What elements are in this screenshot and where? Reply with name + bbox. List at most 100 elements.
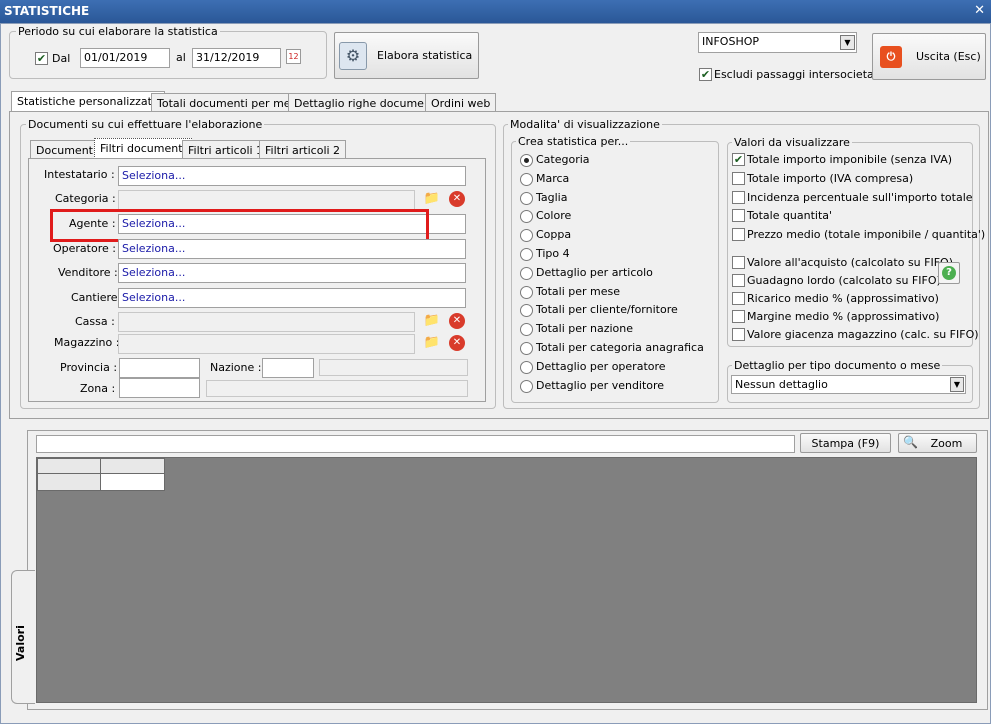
valori-checkbox[interactable] [732, 256, 745, 269]
zoom-button[interactable]: 🔍 Zoom [898, 433, 977, 453]
cantiere-label: Cantiere [71, 291, 118, 304]
window-title: STATISTICHE [4, 4, 90, 18]
valori-label: Valore giacenza magazzino (calc. su FIFO… [747, 328, 979, 341]
radio-5[interactable] [520, 248, 533, 261]
tab-statistiche-personalizzate[interactable]: Statistiche personalizzate [11, 91, 165, 112]
operatore-input[interactable]: Seleziona... [118, 239, 466, 259]
nazione-label: Nazione : [210, 361, 262, 374]
magazzino-input [118, 334, 415, 354]
tab-valori[interactable]: Valori [11, 570, 35, 704]
valori-label: Margine medio % (approssimativo) [747, 310, 940, 323]
dettaglio-select[interactable]: Nessun dettaglio [731, 375, 966, 394]
valori-checkbox[interactable] [732, 228, 745, 241]
radio-6[interactable] [520, 266, 533, 280]
zona-input[interactable] [119, 378, 200, 398]
chevron-down-icon[interactable]: ▼ [950, 377, 964, 392]
provincia-label: Provincia : [60, 361, 118, 374]
radio-label: Dettaglio per articolo [536, 265, 653, 279]
folder-icon[interactable]: 📁 [423, 313, 441, 329]
valori-checkbox[interactable] [732, 274, 745, 287]
exclude-checkbox[interactable]: ✔ [699, 68, 712, 81]
radio-7[interactable] [520, 285, 533, 299]
delete-icon[interactable]: ✕ [449, 335, 465, 351]
provincia-input[interactable] [119, 358, 200, 378]
valori-checkbox[interactable]: ✔ [732, 153, 745, 166]
radio-12[interactable] [520, 379, 533, 393]
subtab-filtri-articoli-2[interactable]: Filtri articoli 2 [259, 140, 347, 159]
gear-icon: ⚙ [339, 41, 367, 70]
intestatario-label: Intestatario : [44, 168, 115, 181]
radio-label: Taglia [536, 190, 568, 204]
radio-label: Categoria [536, 153, 590, 166]
valori-checkbox[interactable] [732, 172, 745, 185]
valori-label: Prezzo medio (totale imponibile / quanti… [747, 228, 986, 241]
stampa-button[interactable]: Stampa (F9) [800, 433, 891, 453]
power-icon: ⏻ [880, 45, 902, 68]
valori-checkbox[interactable] [732, 209, 745, 222]
folder-icon[interactable]: 📁 [423, 335, 441, 351]
radio-label: Totali per mese [536, 284, 620, 298]
delete-icon[interactable]: ✕ [449, 313, 465, 329]
zoom-icon: 🔍 [903, 435, 918, 449]
subtab-filtri-articoli-1[interactable]: Filtri articoli 1 [182, 140, 270, 159]
highlight-box [50, 209, 429, 242]
nazione-input[interactable] [262, 358, 314, 378]
venditore-label: Venditore : [58, 266, 118, 279]
grid-header-cell [37, 458, 101, 474]
grid-row-header [37, 473, 101, 491]
radio-label: Totali per categoria anagrafica [536, 341, 704, 354]
valori-checkbox[interactable] [732, 310, 745, 323]
help-button[interactable]: ? [938, 262, 960, 284]
cantiere-input[interactable]: Seleziona... [118, 288, 466, 308]
close-icon[interactable]: ✕ [974, 3, 985, 18]
radio-label: Dettaglio per venditore [536, 378, 665, 392]
zoom-label: Zoom [930, 436, 963, 450]
valori-checkbox[interactable] [732, 292, 745, 305]
help-icon: ? [942, 266, 956, 280]
delete-icon[interactable]: ✕ [449, 191, 465, 207]
zona-description [206, 380, 468, 397]
tab-totali-documenti[interactable]: Totali documenti per mese [151, 93, 310, 112]
elabora-button[interactable]: ⚙ Elabora statistica [334, 32, 479, 79]
crea-group-label: Crea statistica per... [516, 135, 631, 148]
chevron-down-icon[interactable]: ▼ [840, 35, 855, 50]
from-date-input[interactable]: 01/01/2019 [80, 48, 170, 68]
radio-10[interactable] [520, 342, 533, 355]
valori-group-label: Valori da visualizzare [732, 136, 852, 149]
tab-ordini-web[interactable]: Ordini web [425, 93, 497, 112]
venditore-input[interactable]: Seleziona... [118, 263, 466, 283]
radio-1[interactable] [520, 172, 533, 186]
title-bar: STATISTICHE [0, 0, 991, 23]
folder-icon[interactable]: 📁 [423, 191, 441, 207]
period-group-label: Periodo su cui elaborare la statistica [16, 25, 220, 38]
nazione-description [319, 359, 468, 376]
results-filter-input[interactable] [36, 435, 795, 453]
to-date-input[interactable]: 31/12/2019 [192, 48, 281, 68]
calendar-icon[interactable]: 12 [286, 49, 301, 64]
tab-dettaglio-righe[interactable]: Dettaglio righe documenti [288, 93, 445, 112]
exit-button[interactable]: ⏻ Uscita (Esc) [872, 33, 986, 80]
modalita-group-label: Modalita' di visualizzazione [508, 118, 662, 131]
categoria-label: Categoria : [55, 192, 116, 205]
dal-checkbox[interactable]: ✔ [35, 52, 48, 65]
radio-label: Coppa [536, 228, 572, 242]
grid-cell[interactable] [100, 473, 165, 491]
valori-label: Totale importo (IVA compresa) [747, 172, 914, 185]
intestatario-input[interactable]: Seleziona... [118, 166, 466, 186]
radio-2[interactable] [520, 191, 533, 205]
radio-label: Colore [536, 209, 572, 223]
cassa-label: Cassa : [75, 315, 115, 328]
valori-label: Valore all'acquisto (calcolato su FIFO) [747, 256, 953, 269]
valori-checkbox[interactable] [732, 328, 745, 341]
valori-tab-label: Valori [14, 625, 27, 661]
valori-checkbox[interactable] [732, 191, 745, 204]
radio-11[interactable] [520, 360, 533, 374]
subtab-documenti[interactable]: Documenti [30, 140, 103, 159]
cassa-input [118, 312, 415, 332]
subtab-filtri-documenti[interactable]: Filtri documenti [94, 138, 192, 159]
exit-label: Uscita (Esc) [916, 50, 981, 63]
company-select[interactable]: INFOSHOP [698, 32, 857, 53]
results-grid[interactable] [36, 457, 977, 703]
radio-0[interactable] [520, 154, 533, 167]
documents-group-label: Documenti su cui effettuare l'elaborazio… [26, 118, 265, 131]
